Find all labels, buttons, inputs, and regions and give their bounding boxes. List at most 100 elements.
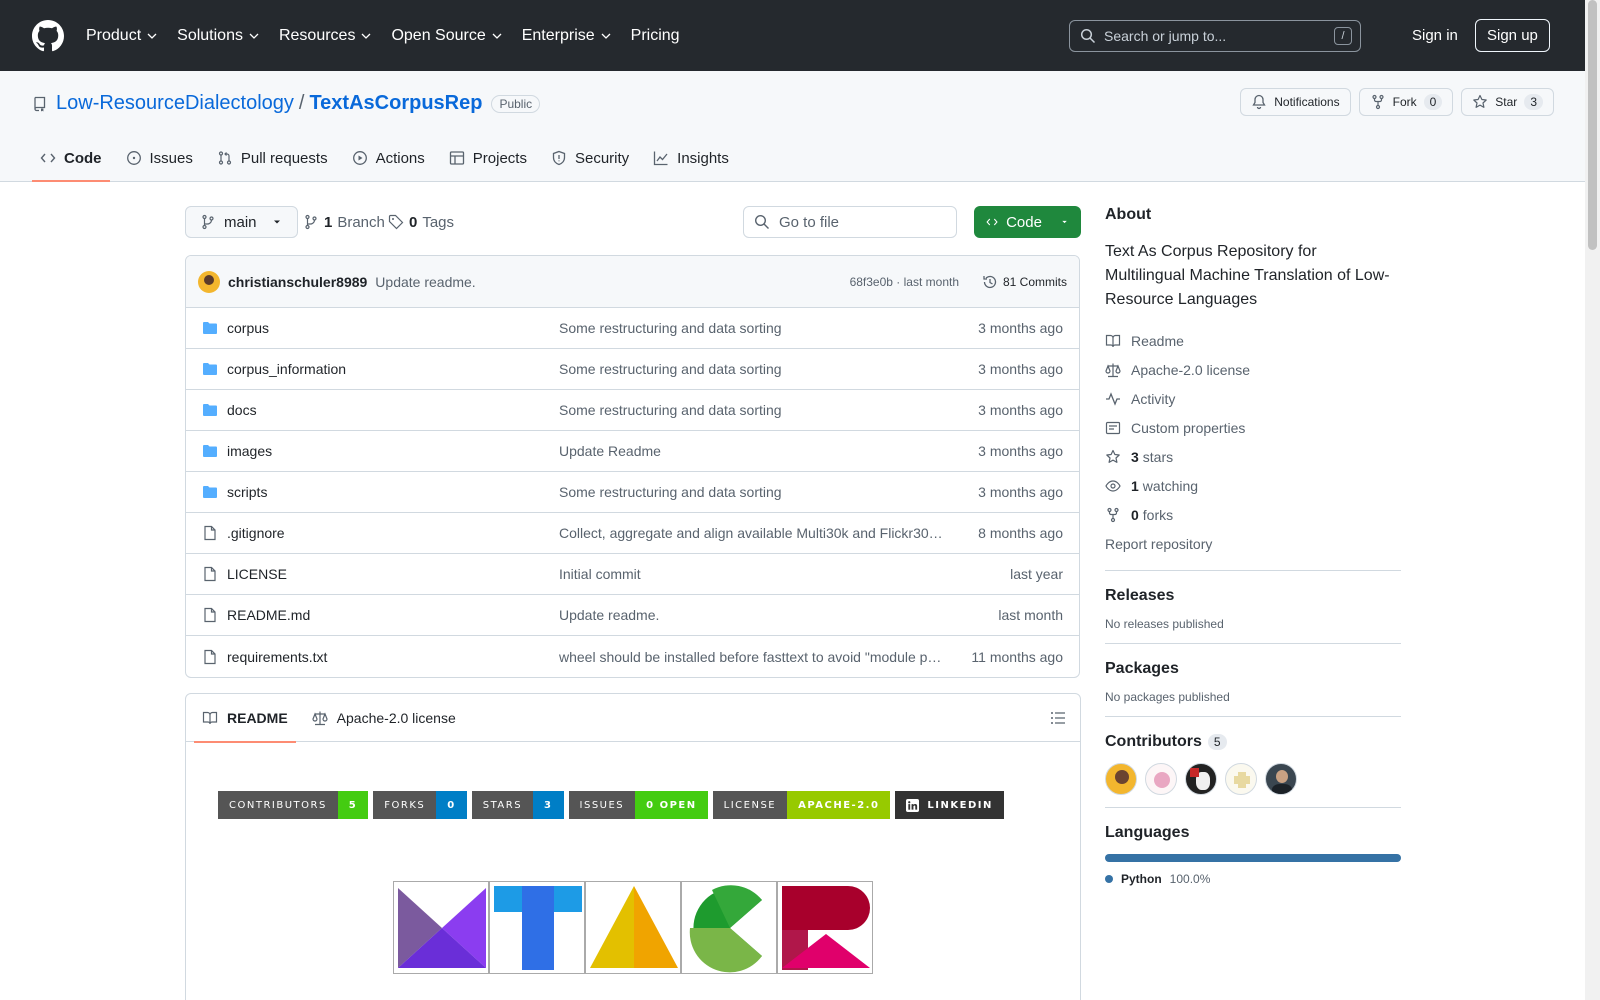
code-dropdown-button[interactable]: Code <box>974 206 1081 238</box>
sign-in-link[interactable]: Sign in <box>1412 27 1458 44</box>
page-scrollbar[interactable] <box>1585 0 1600 1000</box>
branch-name: main <box>224 213 257 231</box>
avatar[interactable] <box>1225 763 1257 795</box>
commits-count-label: 81 Commits <box>1002 274 1067 289</box>
file-commit-message-link[interactable]: Update readme. <box>559 607 944 623</box>
file-name-link[interactable]: images <box>227 443 559 459</box>
nav-resources[interactable]: Resources <box>279 27 381 45</box>
language-item[interactable]: Python 100.0% <box>1105 872 1401 886</box>
sign-up-button[interactable]: Sign up <box>1475 19 1550 52</box>
global-search-input[interactable]: Search or jump to... / <box>1069 20 1361 52</box>
global-header: Product Solutions Resources Open Source … <box>0 0 1600 71</box>
linkedin-badge[interactable]: LINKEDIN <box>895 791 1004 819</box>
branches-link[interactable]: 1 Branch <box>303 206 385 238</box>
branch-icon <box>305 214 317 230</box>
about-description: Text As Corpus Repository for Multilingu… <box>1105 243 1390 308</box>
caret-down-icon <box>273 220 280 224</box>
license-link[interactable]: Apache-2.0 license <box>1105 355 1401 384</box>
readme-tabs: README Apache-2.0 license <box>186 694 1080 743</box>
avatar[interactable] <box>1145 763 1177 795</box>
star-label: Star <box>1495 95 1518 109</box>
logo-r-shape <box>782 886 870 970</box>
activity-link[interactable]: Activity <box>1105 384 1401 413</box>
tab-actions[interactable]: Actions <box>344 135 433 181</box>
file-name-link[interactable]: .gitignore <box>227 525 559 541</box>
tab-readme[interactable]: README <box>194 694 296 743</box>
nav-solutions[interactable]: Solutions <box>177 27 269 45</box>
shield-badge[interactable]: STARS 3 <box>471 791 564 819</box>
commits-history-link[interactable]: 81 Commits <box>982 274 1067 290</box>
code-button-label: Code <box>1006 213 1042 231</box>
avatar[interactable] <box>1105 763 1137 795</box>
notifications-button[interactable]: Notifications <box>1240 88 1351 116</box>
watching-link[interactable]: 1 watching <box>1105 471 1401 500</box>
file-name-link[interactable]: corpus_information <box>227 361 559 377</box>
avatar[interactable] <box>1185 763 1217 795</box>
scrollbar-thumb[interactable] <box>1588 0 1597 250</box>
commit-author-link[interactable]: christianschuler8989 <box>228 274 367 290</box>
tab-insights[interactable]: Insights <box>645 135 737 181</box>
nav-open-source[interactable]: Open Source <box>391 27 511 45</box>
shield-badge[interactable]: LICENSE APACHE-2.0 <box>712 791 891 819</box>
star-button[interactable]: Star 3 <box>1461 88 1554 116</box>
stars-label: stars <box>1142 448 1174 465</box>
fork-button[interactable]: Fork 0 <box>1358 88 1454 116</box>
file-commit-message-link[interactable]: Some restructuring and data sorting <box>559 361 944 377</box>
fork-label: Fork <box>1392 95 1417 109</box>
chevron-down-icon <box>492 33 502 39</box>
forks-link[interactable]: 0 forks <box>1105 500 1401 529</box>
shield-badge[interactable]: ISSUES 0 OPEN <box>568 791 708 819</box>
file-commit-age: 3 months ago <box>978 361 1063 377</box>
avatar[interactable] <box>198 270 220 293</box>
file-name-link[interactable]: requirements.txt <box>227 649 559 665</box>
nav-enterprise[interactable]: Enterprise <box>522 27 621 45</box>
file-commit-message-link[interactable]: Some restructuring and data sorting <box>559 402 944 418</box>
branch-selector[interactable]: main <box>185 206 298 238</box>
table-of-contents-icon[interactable] <box>1050 710 1066 726</box>
avatar[interactable] <box>1265 763 1297 795</box>
file-commit-message-link[interactable]: Update Readme <box>559 443 944 459</box>
file-name-link[interactable]: README.md <box>227 607 559 623</box>
tab-license[interactable]: Apache-2.0 license <box>304 694 464 742</box>
go-to-file-input[interactable]: Go to file <box>743 206 957 238</box>
shield-badge[interactable]: CONTRIBUTORS 5 <box>218 791 369 819</box>
file-name-link[interactable]: docs <box>227 402 559 418</box>
stars-link[interactable]: 3 stars <box>1105 442 1401 471</box>
github-logo-icon[interactable] <box>32 19 64 52</box>
file-name-link[interactable]: scripts <box>227 484 559 500</box>
watching-label: watching <box>1142 477 1199 494</box>
tab-security[interactable]: Security <box>543 135 637 181</box>
report-repository-link[interactable]: Report repository <box>1105 529 1401 558</box>
file-row: requirements.txt wheel should be installe… <box>186 636 1079 677</box>
search-icon <box>754 214 769 229</box>
tab-pull-requests[interactable]: Pull requests <box>209 135 336 181</box>
file-commit-message-link[interactable]: Collect, aggregate and align available M… <box>559 525 944 541</box>
file-commit-message-link[interactable]: wheel should be installed before fasttex… <box>559 649 944 665</box>
tab-projects[interactable]: Projects <box>441 135 535 181</box>
file-browser: main 1 Branch 0 Tags Go to file Code chr… <box>185 206 1081 678</box>
shield-badge[interactable]: FORKS 0 <box>373 791 467 819</box>
commit-message-link[interactable]: Update readme. <box>375 274 475 290</box>
file-name-link[interactable]: LICENSE <box>227 566 559 582</box>
releases-title[interactable]: Releases <box>1105 587 1401 605</box>
file-commit-message-link[interactable]: Some restructuring and data sorting <box>559 320 944 336</box>
nav-product[interactable]: Product <box>86 27 167 45</box>
nav-pricing[interactable]: Pricing <box>631 27 690 45</box>
table-icon <box>449 151 464 165</box>
contributors-title[interactable]: Contributors 5 <box>1105 733 1401 751</box>
file-commit-message-link[interactable]: Some restructuring and data sorting <box>559 484 944 500</box>
repo-name-link[interactable]: TextAsCorpusRep <box>309 92 482 115</box>
file-commit-message-link[interactable]: Initial commit <box>559 566 944 582</box>
tags-link[interactable]: 0 Tags <box>388 206 454 238</box>
logo-letter-r <box>777 881 873 974</box>
file-name-link[interactable]: corpus <box>227 320 559 336</box>
tab-issues[interactable]: Issues <box>118 135 201 181</box>
readme-link[interactable]: Readme <box>1105 326 1401 355</box>
tab-code[interactable]: Code <box>32 135 110 182</box>
file-row: scripts Some restructuring and data sorti… <box>186 472 1079 513</box>
commit-hash-link[interactable]: 68f3e0b <box>850 275 893 289</box>
packages-title[interactable]: Packages <box>1105 660 1401 678</box>
logo-t-shape <box>494 886 582 970</box>
repo-owner-link[interactable]: Low-ResourceDialectology <box>56 92 294 115</box>
custom-properties-link[interactable]: Custom properties <box>1105 413 1401 442</box>
